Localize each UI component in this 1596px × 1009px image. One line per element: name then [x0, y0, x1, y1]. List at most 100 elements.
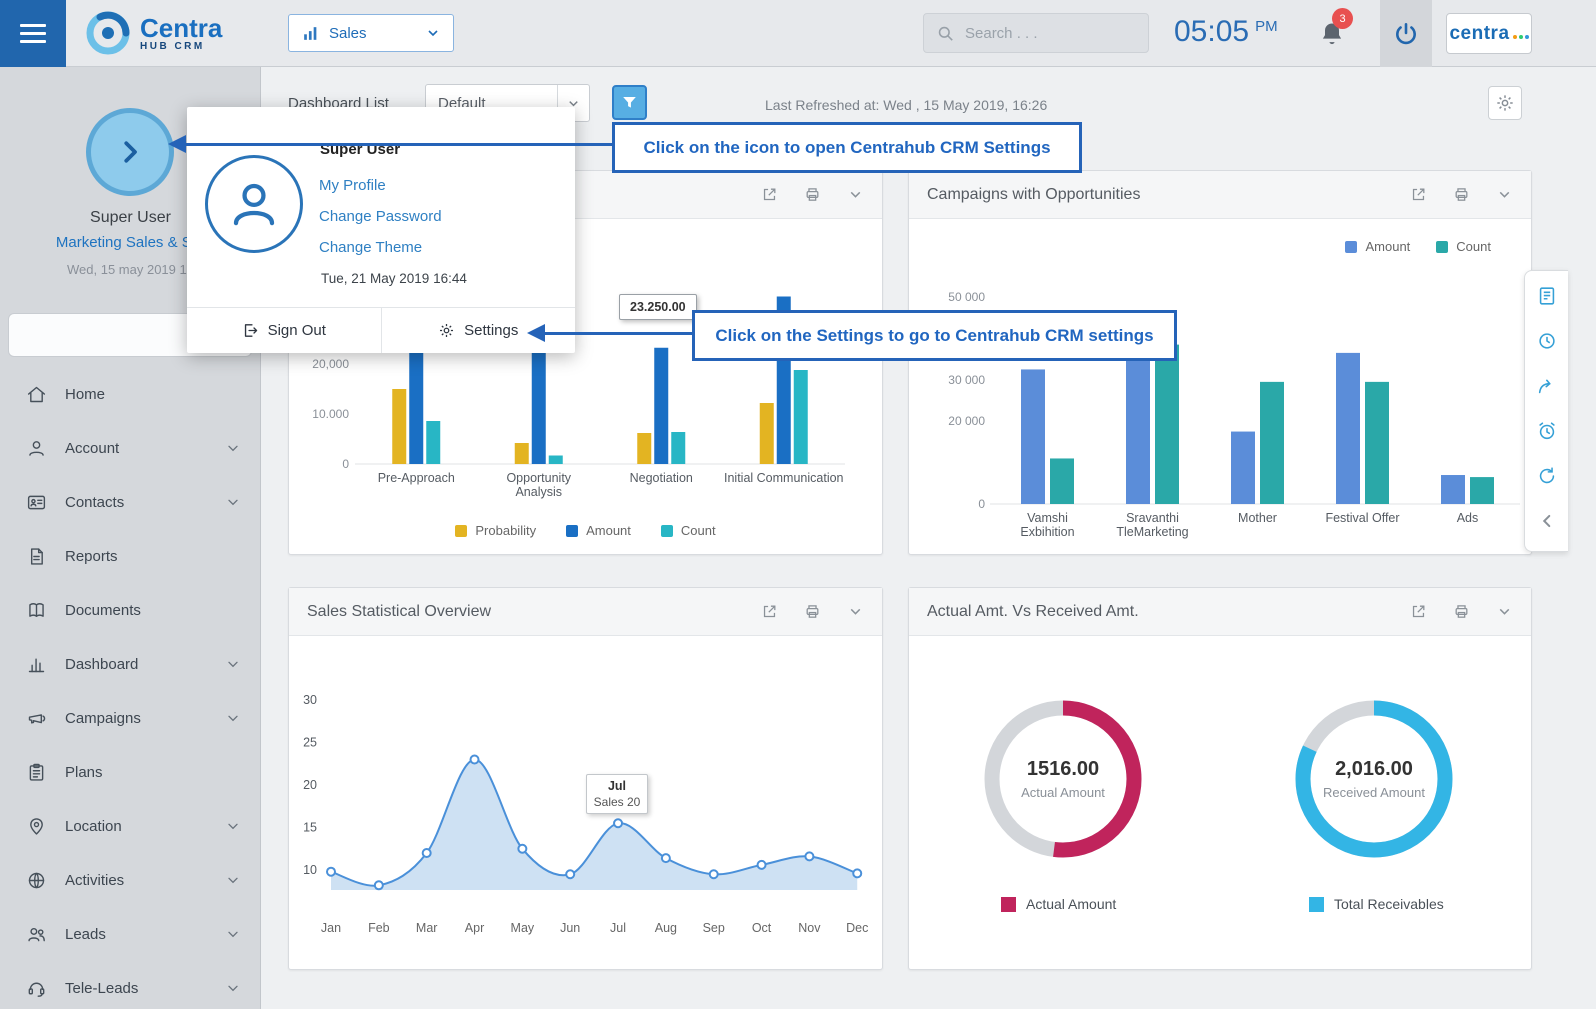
card-title: Actual Amt. Vs Received Amt. [927, 603, 1139, 621]
sidebar-item-label: Leads [65, 926, 106, 943]
sidebar-item-home[interactable]: Home [0, 367, 261, 421]
svg-text:Festival Offer: Festival Offer [1325, 511, 1399, 525]
bar [392, 389, 406, 464]
menu-item-my-profile[interactable]: My Profile [319, 175, 442, 196]
svg-text:30: 30 [303, 693, 317, 707]
chart-tooltip: 23.250.00 [619, 294, 697, 320]
report-icon[interactable] [1536, 285, 1558, 307]
print-icon[interactable] [1453, 603, 1470, 620]
power-icon [1393, 21, 1419, 47]
sidebar-item-label: Plans [65, 764, 103, 781]
donut-label: Actual Amount [1021, 785, 1105, 800]
sign-out-button[interactable]: Sign Out [187, 308, 381, 353]
chevron-down-icon[interactable] [1496, 603, 1513, 620]
svg-text:25: 25 [303, 736, 317, 750]
alarm-icon[interactable] [1536, 420, 1558, 442]
top-header: Centra HUB CRM Sales 05:05 PM 3 centra [0, 0, 1596, 67]
svg-text:Pre-Approach: Pre-Approach [378, 471, 455, 485]
sidebar-item-documents[interactable]: Documents [0, 583, 261, 637]
sidebar-item-leads[interactable]: Leads [0, 907, 261, 961]
app-logo: Centra HUB CRM [84, 9, 222, 57]
settings-button[interactable]: Settings [381, 308, 576, 353]
sidebar-item-label: Dashboard [65, 656, 138, 673]
svg-text:Apr: Apr [465, 921, 484, 935]
external-link-icon[interactable] [761, 186, 778, 203]
donut-actual-amount: 1516.00 Actual Amount [973, 689, 1153, 869]
data-point [375, 881, 383, 889]
svg-text:0: 0 [342, 457, 349, 471]
user-icon [205, 155, 303, 253]
chevron-down-icon [225, 710, 241, 726]
chevron-down-icon[interactable] [1496, 186, 1513, 203]
sidebar-item-activities[interactable]: Activities [0, 853, 261, 907]
chevron-down-icon[interactable] [847, 603, 864, 620]
bar-chart-icon [301, 24, 320, 43]
sidebar-item-reports[interactable]: Reports [0, 529, 261, 583]
print-icon[interactable] [804, 603, 821, 620]
sidebar-item-label: Account [65, 440, 119, 457]
sidebar-item-location[interactable]: Location [0, 799, 261, 853]
chevron-right-icon [115, 137, 145, 167]
search-input[interactable] [965, 25, 1136, 42]
chevron-down-icon [225, 818, 241, 834]
sidebar-item-plans[interactable]: Plans [0, 745, 261, 799]
filter-button[interactable] [612, 85, 647, 120]
chevron-down-icon [225, 440, 241, 456]
user-avatar[interactable] [86, 108, 174, 196]
history-icon[interactable] [1536, 330, 1558, 352]
annotation-icon-tip: Click on the icon to open Centrahub CRM … [612, 122, 1082, 173]
legend-swatch [1001, 897, 1016, 912]
card-campaigns-opportunities: Campaigns with Opportunities AmountCount… [908, 170, 1532, 555]
sidebar-item-dashboard[interactable]: Dashboard [0, 637, 261, 691]
data-point [758, 861, 766, 869]
module-select[interactable]: Sales [288, 14, 454, 52]
last-refreshed-text: Last Refreshed at: Wed , 15 May 2019, 16… [765, 97, 1047, 113]
brand-logo-text: centra [1449, 23, 1509, 45]
annotation-arrowhead [527, 324, 545, 342]
annotation-arrow [545, 332, 692, 335]
svg-text:May: May [511, 921, 535, 935]
bar [1050, 458, 1074, 504]
external-link-icon[interactable] [761, 603, 778, 620]
svg-text:Sep: Sep [703, 921, 725, 935]
global-search [923, 13, 1149, 53]
user-menu-footer: Sign Out Settings [187, 307, 575, 353]
sidebar-item-campaigns[interactable]: Campaigns [0, 691, 261, 745]
legend-label: Total Receivables [1334, 896, 1444, 912]
chevron-down-icon [225, 926, 241, 942]
user-menu-datetime: Tue, 21 May 2019 16:44 [321, 271, 467, 286]
share-icon[interactable] [1536, 375, 1558, 397]
brand-logo-dots [1513, 35, 1529, 39]
bar [1441, 475, 1465, 504]
collapse-rail-icon[interactable] [1536, 510, 1558, 532]
print-icon[interactable] [804, 186, 821, 203]
data-point [471, 756, 479, 764]
menu-item-change-password[interactable]: Change Password [319, 206, 442, 227]
legend-item: Total Receivables [1309, 896, 1444, 912]
chevron-down-icon [225, 656, 241, 672]
svg-text:10: 10 [303, 863, 317, 877]
card-header: Actual Amt. Vs Received Amt. [909, 588, 1531, 636]
print-icon[interactable] [1453, 186, 1470, 203]
sidebar-item-label: Contacts [65, 494, 124, 511]
menu-item-change-theme[interactable]: Change Theme [319, 237, 442, 258]
dashboard-settings-button[interactable] [1488, 86, 1522, 120]
chevron-down-icon [225, 872, 241, 888]
user-menu-links: My Profile Change Password Change Theme [319, 175, 442, 258]
gear-icon [438, 322, 455, 339]
external-link-icon[interactable] [1410, 603, 1427, 620]
notifications-button[interactable]: 3 [1318, 16, 1348, 50]
sidebar-item-contacts[interactable]: Contacts [0, 475, 261, 529]
sidebar-item-tele-leads[interactable]: Tele-Leads [0, 961, 261, 1009]
logo-title: Centra [140, 15, 222, 41]
chevron-down-icon [425, 25, 441, 41]
svg-text:Jul: Jul [610, 921, 626, 935]
logout-power-button[interactable] [1380, 0, 1432, 67]
chevron-down-icon[interactable] [847, 186, 864, 203]
svg-text:Nov: Nov [798, 921, 821, 935]
external-link-icon[interactable] [1410, 186, 1427, 203]
data-point [518, 845, 526, 853]
rotate-360-icon[interactable] [1536, 465, 1558, 487]
hamburger-menu-button[interactable] [0, 0, 66, 67]
sidebar-item-account[interactable]: Account [0, 421, 261, 475]
